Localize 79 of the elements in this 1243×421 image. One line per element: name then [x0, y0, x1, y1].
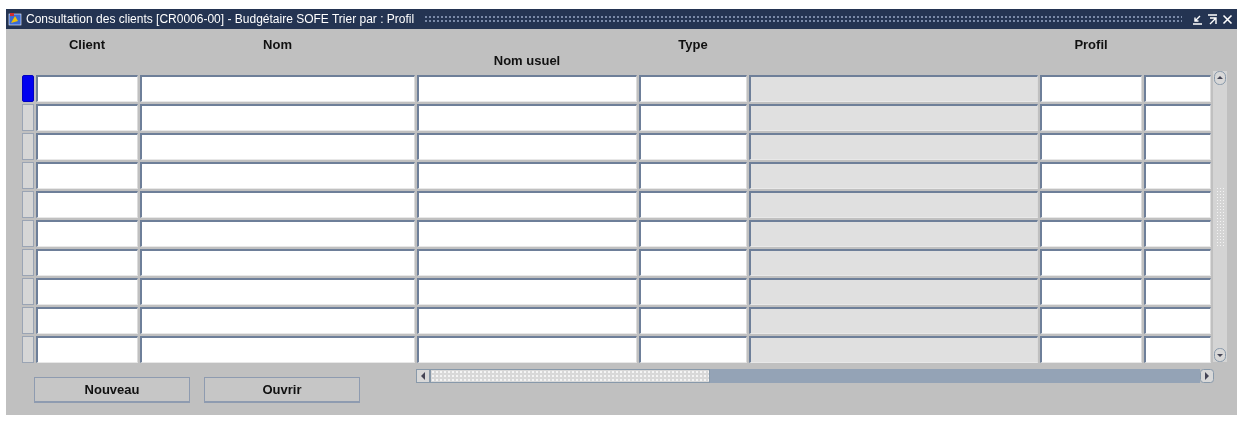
window-title: Consultation des clients [CR0006-00] - Budgétaire SOFE Trier par : Profil: [26, 12, 415, 26]
input-field[interactable]: [1144, 75, 1211, 102]
scroll-thumb[interactable]: [430, 369, 710, 383]
input-field[interactable]: [639, 104, 747, 131]
column-header: Profil: [1074, 37, 1108, 52]
input-field[interactable]: [36, 278, 138, 305]
input-field[interactable]: [1144, 104, 1211, 131]
input-field[interactable]: [140, 336, 415, 363]
input-field[interactable]: [639, 133, 747, 160]
input-field[interactable]: [36, 162, 138, 189]
input-field[interactable]: [1144, 336, 1211, 363]
input-field[interactable]: [1040, 104, 1142, 131]
input-field[interactable]: [140, 133, 415, 160]
action-button[interactable]: Ouvrir: [204, 377, 360, 403]
column-header: Type: [678, 37, 708, 52]
input-field[interactable]: [639, 336, 747, 363]
vertical-scrollbar[interactable]: [1213, 71, 1227, 362]
input-field[interactable]: [639, 220, 747, 247]
input-field[interactable]: [140, 307, 415, 334]
scroll-right-icon[interactable]: [1200, 369, 1214, 383]
input-field[interactable]: [1040, 133, 1142, 160]
input-field[interactable]: [36, 133, 138, 160]
input-field[interactable]: [1040, 307, 1142, 334]
input-field[interactable]: [1040, 162, 1142, 189]
column-header: Client: [68, 37, 106, 52]
scroll-down-icon[interactable]: [1214, 348, 1226, 362]
input-field[interactable]: [36, 75, 138, 102]
input-field[interactable]: [1040, 336, 1142, 363]
input-field[interactable]: [417, 133, 637, 160]
close-icon[interactable]: [1222, 13, 1233, 25]
input-field[interactable]: [639, 307, 747, 334]
action-button[interactable]: Nouveau: [34, 377, 190, 403]
input-field[interactable]: [36, 307, 138, 334]
input-field[interactable]: [417, 162, 637, 189]
maximize-icon[interactable]: [1207, 13, 1218, 25]
minimize-icon[interactable]: [1192, 13, 1203, 25]
input-field[interactable]: [417, 220, 637, 247]
input-field[interactable]: [417, 278, 637, 305]
input-field[interactable]: [417, 336, 637, 363]
input-field[interactable]: [140, 162, 415, 189]
input-field[interactable]: [1144, 191, 1211, 218]
input-field[interactable]: [417, 191, 637, 218]
input-field[interactable]: [1040, 278, 1142, 305]
input-field[interactable]: [639, 191, 747, 218]
input-field[interactable]: [1144, 278, 1211, 305]
horizontal-scrollbar[interactable]: [416, 369, 1214, 383]
input-field[interactable]: [417, 104, 637, 131]
input-field[interactable]: [1144, 249, 1211, 276]
input-field[interactable]: [140, 278, 415, 305]
input-field[interactable]: [36, 336, 138, 363]
input-field[interactable]: [1040, 75, 1142, 102]
input-field[interactable]: [140, 220, 415, 247]
input-field[interactable]: [140, 249, 415, 276]
input-field[interactable]: [140, 75, 415, 102]
input-field[interactable]: [1040, 220, 1142, 247]
input-field[interactable]: [417, 307, 637, 334]
input-field[interactable]: [36, 191, 138, 218]
column-header: Nom usuel: [493, 53, 561, 68]
input-field[interactable]: [1040, 191, 1142, 218]
input-field[interactable]: [639, 278, 747, 305]
input-field[interactable]: [639, 75, 747, 102]
scroll-left-icon[interactable]: [416, 369, 430, 383]
input-field[interactable]: [36, 249, 138, 276]
input-field[interactable]: [1144, 220, 1211, 247]
input-field[interactable]: [639, 162, 747, 189]
input-field[interactable]: [36, 220, 138, 247]
input-field[interactable]: [140, 104, 415, 131]
input-field[interactable]: [1144, 307, 1211, 334]
input-field[interactable]: [140, 191, 415, 218]
input-field[interactable]: [36, 104, 138, 131]
input-field[interactable]: [639, 249, 747, 276]
input-field[interactable]: [1144, 133, 1211, 160]
input-field[interactable]: [417, 75, 637, 102]
input-field[interactable]: [1144, 162, 1211, 189]
app-icon: [8, 12, 22, 26]
input-field[interactable]: [1040, 249, 1142, 276]
input-field[interactable]: [417, 249, 637, 276]
scroll-up-icon[interactable]: [1214, 71, 1226, 85]
column-header: Nom: [263, 37, 292, 52]
